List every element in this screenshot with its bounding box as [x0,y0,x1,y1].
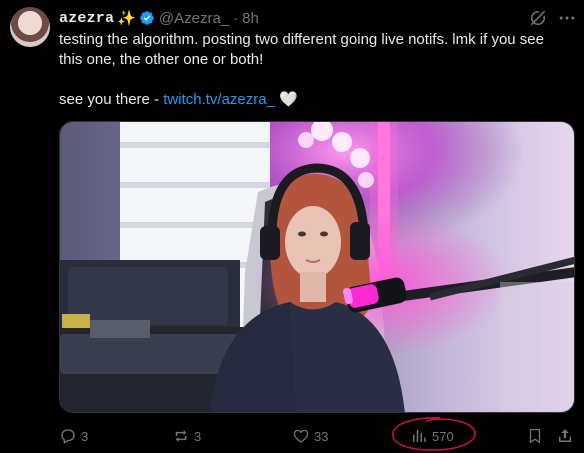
tweet-text-line: this one, the other one or both! [59,51,264,68]
tweet-text-prefix: see you there - [59,91,164,108]
heart-icon [293,429,309,443]
annotation-circle [392,417,476,451]
separator-dot: · [233,9,239,27]
share-button[interactable] [556,425,574,447]
tweet-text-line: testing the algorithm. posting two diffe… [59,31,544,48]
tweet[interactable]: azezra ✨ @Azezra_ · 8h testing the algor… [0,0,584,453]
reply-count: 3 [81,428,89,444]
tweet-header: azezra ✨ @Azezra_ · 8h [59,8,259,28]
repost-count: 3 [194,428,202,444]
stream-photo [60,122,574,412]
sparkle-emoji: ✨ [117,10,136,27]
repost-button[interactable]: 3 [172,425,201,447]
grok-icon[interactable] [528,8,548,28]
share-icon [559,429,571,442]
bookmark-button[interactable] [526,425,544,447]
reply-icon [61,429,75,444]
like-count: 33 [314,428,329,444]
avatar[interactable] [10,7,50,47]
bookmark-icon [529,428,541,444]
like-button[interactable]: 33 [292,425,328,447]
timestamp[interactable]: 8h [242,10,259,27]
white-heart-emoji: 🤍 [279,91,298,108]
tweet-text-line: see you there - twitch.tv/azezra_ 🤍 [59,90,559,110]
more-icon[interactable] [557,8,577,28]
twitch-link[interactable]: twitch.tv/azezra_ [163,91,275,108]
display-name[interactable]: azezra [59,10,114,27]
verified-badge-icon [140,11,154,25]
reply-button[interactable]: 3 [59,425,88,447]
tweet-media-image[interactable] [59,121,575,413]
repost-icon [175,430,187,442]
handle[interactable]: @Azezra_ [159,10,229,27]
action-bar: 3 3 33 570 [59,425,579,447]
tweet-text: testing the algorithm. posting two diffe… [59,30,559,110]
